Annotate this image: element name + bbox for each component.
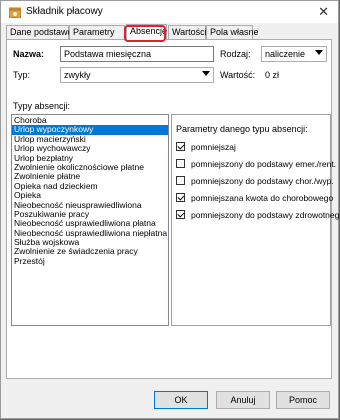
tab-wartosci[interactable]: Wartości bbox=[168, 25, 207, 39]
tab-highlight-frame bbox=[124, 25, 166, 42]
close-icon[interactable]: ✕ bbox=[318, 4, 329, 20]
absence-types-label: Typy absencji: bbox=[13, 101, 71, 111]
dialog-window: Składnik płacowy ✕ Dane podstawowe Param… bbox=[0, 0, 340, 419]
absences-tab-panel: Nazwa: Podstawa miesięczna Rodzaj: nalic… bbox=[6, 39, 340, 379]
title-bar: Składnik płacowy ✕ bbox=[1, 1, 338, 23]
rodzaj-select[interactable]: naliczenie bbox=[261, 46, 327, 62]
chevron-down-icon bbox=[315, 50, 323, 55]
nazwa-field[interactable]: Podstawa miesięczna bbox=[60, 46, 214, 62]
typ-value: zwykły bbox=[64, 70, 91, 80]
window-title: Składnik płacowy bbox=[26, 6, 103, 17]
absence-params-group: Parametry danego typu absencji: pomniejs… bbox=[171, 114, 340, 326]
nazwa-label: Nazwa: bbox=[13, 49, 45, 59]
typ-label: Typ: bbox=[13, 70, 31, 80]
payroll-icon bbox=[9, 7, 21, 18]
checkbox-chor-wyp[interactable] bbox=[176, 176, 185, 185]
tab-parametry[interactable]: Parametry bbox=[69, 25, 125, 39]
wartosc-value: 0 zł bbox=[265, 70, 280, 80]
checkbox-label: pomniejszony do podstawy emer./rent. bbox=[191, 159, 337, 169]
checkbox-label: pomniejszana kwota do chorobowego bbox=[191, 193, 334, 203]
wartosc-label: Wartość: bbox=[220, 70, 256, 80]
checkbox-label: pomniejszony do podstawy chor./wyp. bbox=[191, 176, 334, 186]
help-button[interactable]: Pomoc bbox=[276, 391, 330, 409]
absence-list-item[interactable]: Przestój bbox=[12, 256, 168, 266]
cancel-button[interactable]: Anuluj bbox=[216, 391, 270, 409]
checkbox-label: pomniejszaj bbox=[191, 142, 236, 152]
chevron-down-icon bbox=[202, 71, 210, 76]
checkbox-chorobowe[interactable] bbox=[176, 193, 185, 202]
tab-dane-podstawowe[interactable]: Dane podstawowe bbox=[6, 25, 84, 39]
rodzaj-value: naliczenie bbox=[265, 49, 306, 59]
rodzaj-label: Rodzaj: bbox=[220, 49, 251, 59]
tab-pola-wlasne[interactable]: Pola własne bbox=[206, 25, 259, 39]
checkbox-pomniejszaj[interactable] bbox=[176, 142, 185, 151]
typ-select[interactable]: zwykły bbox=[60, 67, 214, 83]
checkbox-label: pomniejszony do podstawy zdrowotnego bbox=[191, 210, 340, 220]
absence-params-label: Parametry danego typu absencji: bbox=[176, 124, 308, 134]
checkbox-emer-rent[interactable] bbox=[176, 159, 185, 168]
checkbox-zdrowotne[interactable] bbox=[176, 210, 185, 219]
absence-types-list[interactable]: Choroba Urlop wypoczynkowy Urlop macierzyń… bbox=[11, 114, 169, 326]
ok-button[interactable]: OK bbox=[154, 391, 208, 409]
